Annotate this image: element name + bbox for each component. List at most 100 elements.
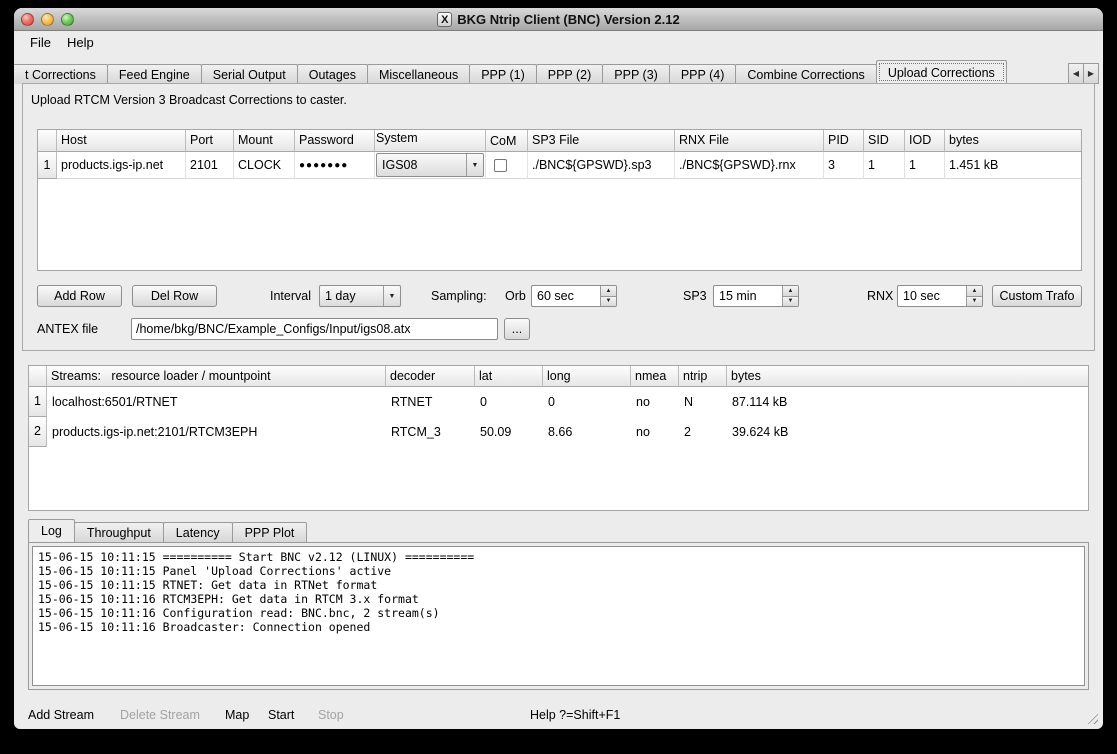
map-button[interactable]: Map — [225, 702, 249, 728]
log-output[interactable]: 15-06-15 10:11:15 ========== Start BNC v… — [32, 546, 1085, 686]
cell-rnx-file[interactable]: ./BNC${GPSWD}.rnx — [675, 152, 824, 179]
cell-mountpoint[interactable]: localhost:6501/RTNET — [47, 387, 386, 417]
header-system[interactable]: System — [375, 130, 486, 152]
tab-combine-corrections[interactable]: Combine Corrections — [735, 64, 876, 84]
add-row-button[interactable]: Add Row — [37, 285, 122, 307]
tab-throughput[interactable]: Throughput — [74, 522, 164, 542]
sp3-spinbox[interactable]: 15 min ▲ ▼ — [713, 285, 799, 307]
header-password[interactable]: Password — [295, 130, 375, 152]
cell-bytes[interactable]: 1.451 kB — [945, 152, 1081, 179]
cell-sp3-file[interactable]: ./BNC${GPSWD}.sp3 — [528, 152, 675, 179]
header-sid[interactable]: SID — [864, 130, 905, 152]
tab-feed-engine[interactable]: Feed Engine — [107, 64, 202, 84]
cell-lat[interactable]: 50.09 — [475, 417, 543, 447]
cell-host[interactable]: products.igs-ip.net — [57, 152, 186, 179]
tab-scroll-left-icon[interactable]: ◀ — [1068, 63, 1084, 84]
chevron-down-icon[interactable]: ▼ — [383, 286, 400, 306]
tab-upload-corrections[interactable]: Upload Corrections — [876, 60, 1007, 84]
header-lat[interactable]: lat — [475, 366, 543, 387]
header-port[interactable]: Port — [186, 130, 234, 152]
header-rnx-file[interactable]: RNX File — [675, 130, 824, 152]
tab-latency[interactable]: Latency — [163, 522, 233, 542]
cell-password[interactable]: ●●●●●●● — [295, 152, 375, 179]
sampling-label: Sampling: — [431, 285, 487, 307]
spin-up-icon[interactable]: ▲ — [601, 286, 616, 297]
cell-mount[interactable]: CLOCK — [234, 152, 295, 179]
start-button[interactable]: Start — [268, 702, 294, 728]
log-panel: 15-06-15 10:11:15 ========== Start BNC v… — [28, 542, 1089, 690]
orb-label: Orb — [505, 285, 526, 307]
cell-decoder[interactable]: RTNET — [386, 387, 475, 417]
cell-nmea[interactable]: no — [631, 417, 679, 447]
cell-port[interactable]: 2101 — [186, 152, 234, 179]
com-checkbox[interactable] — [494, 159, 507, 172]
header-bytes[interactable]: bytes — [945, 130, 1081, 152]
spin-up-icon[interactable]: ▲ — [783, 286, 798, 297]
help-shortcut-label[interactable]: Help ?=Shift+F1 — [530, 702, 620, 728]
tab-scroll-right-icon[interactable]: ▶ — [1083, 63, 1099, 84]
chevron-down-icon[interactable]: ▼ — [466, 154, 483, 176]
x11-app-icon: X — [437, 12, 452, 27]
custom-trafo-button[interactable]: Custom Trafo — [992, 285, 1082, 307]
rnx-value: 10 sec — [903, 286, 940, 306]
menu-help[interactable]: Help — [59, 33, 102, 52]
add-stream-button[interactable]: Add Stream — [28, 702, 94, 728]
header-com[interactable]: CoM — [486, 130, 528, 152]
stream-row[interactable]: 2 products.igs-ip.net:2101/RTCM3EPH RTCM… — [29, 417, 1088, 447]
del-row-button[interactable]: Del Row — [132, 285, 217, 307]
tab-ppp-plot[interactable]: PPP Plot — [232, 522, 308, 542]
cell-long[interactable]: 0 — [543, 387, 631, 417]
header-bytes[interactable]: bytes — [727, 366, 1088, 387]
header-host[interactable]: Host — [57, 130, 186, 152]
interval-combobox[interactable]: 1 day ▼ — [319, 285, 401, 307]
tab-bar: t Corrections Feed Engine Serial Output … — [14, 60, 1065, 84]
antex-browse-button[interactable]: ... — [504, 318, 530, 340]
stream-row[interactable]: 1 localhost:6501/RTNET RTNET 0 0 no N 87… — [29, 387, 1088, 417]
cell-iod[interactable]: 1 — [905, 152, 945, 179]
tab-ppp-3[interactable]: PPP (3) — [602, 64, 670, 84]
header-ntrip[interactable]: ntrip — [679, 366, 727, 387]
log-line: 15-06-15 10:11:15 Panel 'Upload Correcti… — [38, 564, 1079, 578]
header-mount[interactable]: Mount — [234, 130, 295, 152]
tab-serial-output[interactable]: Serial Output — [201, 64, 298, 84]
tab-ppp-1[interactable]: PPP (1) — [469, 64, 537, 84]
antex-file-input[interactable] — [131, 318, 498, 340]
cell-ntrip[interactable]: 2 — [679, 417, 727, 447]
header-long[interactable]: long — [543, 366, 631, 387]
tab-log[interactable]: Log — [28, 519, 75, 542]
cell-sid[interactable]: 1 — [864, 152, 905, 179]
cell-nmea[interactable]: no — [631, 387, 679, 417]
menu-file[interactable]: File — [22, 33, 59, 52]
header-sp3-file[interactable]: SP3 File — [528, 130, 675, 152]
title-bar[interactable]: X BKG Ntrip Client (BNC) Version 2.12 — [14, 8, 1103, 31]
header-nmea[interactable]: nmea — [631, 366, 679, 387]
tab-ppp-2[interactable]: PPP (2) — [536, 64, 604, 84]
spin-down-icon[interactable]: ▼ — [601, 297, 616, 307]
cell-mountpoint[interactable]: products.igs-ip.net:2101/RTCM3EPH — [47, 417, 386, 447]
header-mountpoint[interactable]: Streams: resource loader / mountpoint — [47, 366, 386, 387]
tab-outages[interactable]: Outages — [297, 64, 368, 84]
cell-decoder[interactable]: RTCM_3 — [386, 417, 475, 447]
cell-lat[interactable]: 0 — [475, 387, 543, 417]
rnx-spinbox[interactable]: 10 sec ▲ ▼ — [897, 285, 983, 307]
header-iod[interactable]: IOD — [905, 130, 945, 152]
tab-broadcast-corrections[interactable]: t Corrections — [14, 64, 108, 84]
row-index[interactable]: 2 — [29, 417, 47, 447]
row-index[interactable]: 1 — [29, 387, 47, 417]
cell-ntrip[interactable]: N — [679, 387, 727, 417]
tab-ppp-4[interactable]: PPP (4) — [669, 64, 737, 84]
orb-spinbox[interactable]: 60 sec ▲ ▼ — [531, 285, 617, 307]
row-index[interactable]: 1 — [38, 152, 57, 179]
cell-long[interactable]: 8.66 — [543, 417, 631, 447]
spin-up-icon[interactable]: ▲ — [967, 286, 982, 297]
cell-bytes[interactable]: 87.114 kB — [727, 387, 1088, 417]
header-decoder[interactable]: decoder — [386, 366, 475, 387]
header-pid[interactable]: PID — [824, 130, 864, 152]
tab-miscellaneous[interactable]: Miscellaneous — [367, 64, 470, 84]
spin-down-icon[interactable]: ▼ — [783, 297, 798, 307]
system-combobox[interactable]: IGS08 ▼ — [376, 153, 484, 177]
cell-bytes[interactable]: 39.624 kB — [727, 417, 1088, 447]
interval-value: 1 day — [325, 286, 356, 306]
spin-down-icon[interactable]: ▼ — [967, 297, 982, 307]
cell-pid[interactable]: 3 — [824, 152, 864, 179]
